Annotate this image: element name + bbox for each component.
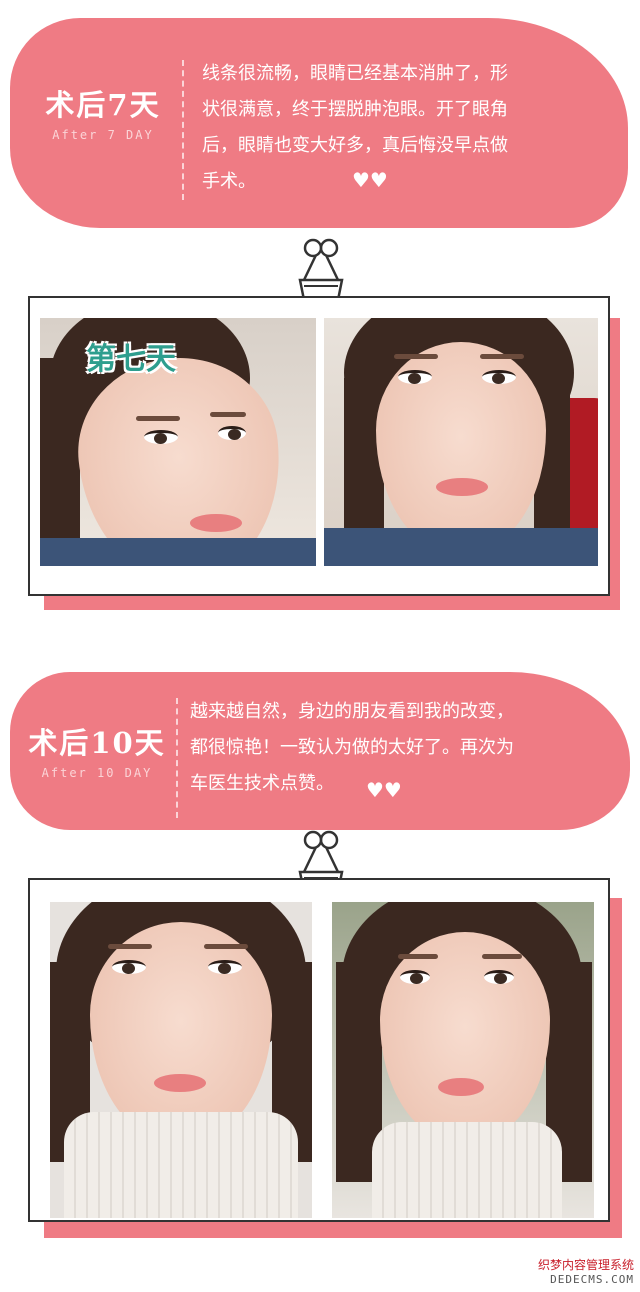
photo-before: 第七天 — [40, 318, 316, 566]
divider — [176, 698, 178, 818]
description: 线条很流畅，眼睛已经基本消肿了，形 状很满意，终于摆脱肿泡眼。开了眼角 后，眼睛… — [202, 56, 584, 200]
day-title: 术后10天 — [28, 726, 166, 760]
description-line: 后，眼睛也变大好多，真后悔没早点做 — [202, 135, 508, 156]
photo-tag: 第七天 — [86, 342, 176, 377]
heart-icon: ♥♥ — [366, 778, 402, 802]
description-line: 越来越自然，身边的朋友看到我的改变， — [190, 701, 514, 722]
heart-icon: ♥♥ — [352, 168, 388, 192]
section-day-10: 术后10天 After 10 DAY 越来越自然，身边的朋友看到我的改变， 都很… — [0, 660, 640, 1292]
day-title: 术后7天 — [45, 88, 161, 122]
day-subtitle: After 7 DAY — [52, 128, 154, 142]
description-line: 手术。 — [202, 171, 256, 192]
binder-clip-icon — [298, 238, 344, 302]
section-day-7: 术后7天 After 7 DAY 线条很流畅，眼睛已经基本消肿了，形 状很满意，… — [0, 0, 640, 620]
photo-after — [324, 318, 598, 566]
watermark-line: 织梦内容管理系统 — [537, 1258, 634, 1272]
description-line: 状很满意，终于摆脱肿泡眼。开了眼角 — [202, 99, 508, 120]
divider — [182, 60, 184, 200]
day-label: 术后10天 After 10 DAY — [22, 720, 172, 780]
photo-right — [332, 902, 594, 1218]
day-label: 术后7天 After 7 DAY — [28, 82, 178, 142]
photo-left — [50, 902, 312, 1218]
description-line: 线条很流畅，眼睛已经基本消肿了，形 — [202, 63, 508, 84]
watermark-line: DEDECMS.COM — [550, 1273, 634, 1286]
description-line: 都很惊艳！一致认为做的太好了。再次为 — [190, 737, 514, 758]
day-subtitle: After 10 DAY — [41, 766, 153, 780]
watermark: 织梦内容管理系统 DEDECMS.COM — [538, 1256, 634, 1286]
